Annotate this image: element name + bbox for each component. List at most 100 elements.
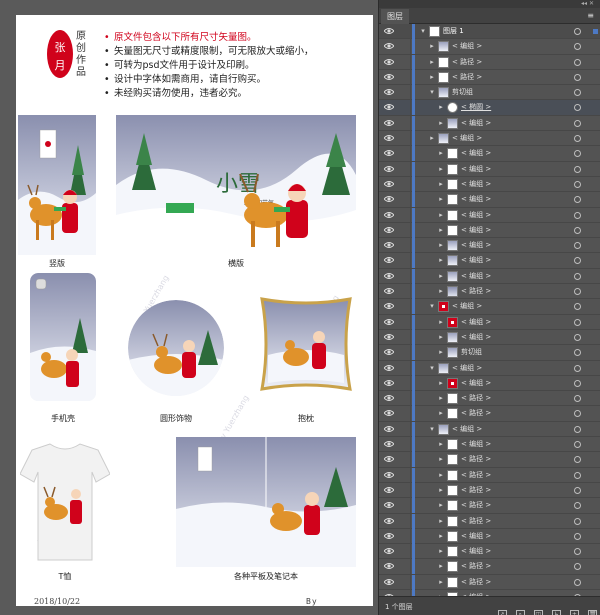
target-circle-icon[interactable] xyxy=(574,578,581,586)
eye-icon[interactable] xyxy=(384,272,394,280)
layer-name[interactable]: < 路径 > xyxy=(461,471,491,480)
layer-row[interactable]: ▸ < 编组 > xyxy=(379,39,600,55)
twirl-down-icon[interactable]: ▾ xyxy=(428,425,436,433)
layer-name[interactable]: 图层 1 xyxy=(443,27,464,36)
eye-icon[interactable] xyxy=(384,42,394,50)
layer-row[interactable]: ▸ < 编组 > xyxy=(379,375,600,392)
target-circle-icon[interactable] xyxy=(574,333,581,341)
layer-name[interactable]: < 路径 > xyxy=(461,455,491,464)
twirl-right-icon[interactable]: ▸ xyxy=(437,547,445,555)
eye-icon[interactable] xyxy=(384,256,394,264)
new-layer-icon[interactable]: + xyxy=(569,610,579,615)
eye-icon[interactable] xyxy=(384,379,394,387)
twirl-right-icon[interactable]: ▸ xyxy=(437,394,445,402)
target-circle-icon[interactable] xyxy=(574,349,581,357)
target-circle-icon[interactable] xyxy=(574,456,581,464)
lock-toggle[interactable] xyxy=(397,329,411,345)
eye-icon[interactable] xyxy=(384,27,394,35)
eye-icon[interactable] xyxy=(384,180,394,188)
layer-row[interactable]: ▸ < 编组 > xyxy=(379,268,600,285)
lock-toggle[interactable] xyxy=(397,574,411,590)
target-circle-icon[interactable] xyxy=(574,242,581,250)
new-sublayer-icon[interactable]: ↳ xyxy=(551,610,561,615)
lock-toggle[interactable] xyxy=(397,513,411,529)
lock-toggle[interactable] xyxy=(397,24,411,39)
layer-name[interactable]: < 编组 > xyxy=(452,364,482,373)
lock-toggle[interactable] xyxy=(397,268,411,284)
twirl-right-icon[interactable]: ▸ xyxy=(437,165,445,173)
layer-row[interactable]: ▸ < 路径 > xyxy=(379,513,600,529)
eye-icon[interactable] xyxy=(384,578,394,586)
lock-toggle[interactable] xyxy=(397,544,411,560)
layer-row[interactable]: ▸ < 编组 > xyxy=(379,222,600,239)
layer-name[interactable]: < 编组 > xyxy=(461,226,491,235)
layer-name[interactable]: < 椭圆 > xyxy=(461,103,491,112)
lock-toggle[interactable] xyxy=(397,482,411,498)
lock-toggle[interactable] xyxy=(397,360,411,376)
layer-name[interactable]: < 路径 > xyxy=(461,287,491,296)
target-circle-icon[interactable] xyxy=(574,288,581,296)
layer-name[interactable]: < 编组 > xyxy=(461,119,491,128)
twirl-right-icon[interactable]: ▸ xyxy=(437,333,445,341)
eye-icon[interactable] xyxy=(384,149,394,157)
target-circle-icon[interactable] xyxy=(574,104,581,112)
twirl-right-icon[interactable]: ▸ xyxy=(428,42,436,50)
twirl-right-icon[interactable]: ▸ xyxy=(437,119,445,127)
layer-row[interactable]: ▾ < 编组 > xyxy=(379,360,600,376)
twirl-down-icon[interactable]: ▾ xyxy=(428,88,436,96)
layers-list[interactable]: ▾ 图层 1 ▸ < 编组 > ▸ < 路径 > ▸ < 路径 > ▾ 剪切组 ▸ < 椭圆 > ▸ < … xyxy=(379,24,600,596)
target-circle-icon[interactable] xyxy=(574,425,581,433)
lock-toggle[interactable] xyxy=(397,391,411,407)
layer-row[interactable]: ▸ < 编组 > xyxy=(379,544,600,560)
eye-icon[interactable] xyxy=(384,409,394,417)
lock-toggle[interactable] xyxy=(397,54,411,70)
target-circle-icon[interactable] xyxy=(574,226,581,234)
eye-icon[interactable] xyxy=(384,103,394,111)
layer-row[interactable]: ▸ < 椭圆 > xyxy=(379,100,600,116)
twirl-right-icon[interactable]: ▸ xyxy=(428,73,436,81)
eye-icon[interactable] xyxy=(384,302,394,310)
eye-icon[interactable] xyxy=(384,348,394,356)
eye-icon[interactable] xyxy=(384,318,394,326)
twirl-right-icon[interactable]: ▸ xyxy=(437,211,445,219)
eye-icon[interactable] xyxy=(384,532,394,540)
layer-name[interactable]: < 路径 > xyxy=(452,58,482,67)
lock-toggle[interactable] xyxy=(397,421,411,437)
target-circle-icon[interactable] xyxy=(574,196,581,204)
lock-toggle[interactable] xyxy=(397,345,411,361)
lock-toggle[interactable] xyxy=(397,100,411,116)
panel-menu-icon[interactable]: ≡ xyxy=(587,11,594,20)
twirl-right-icon[interactable]: ▸ xyxy=(437,517,445,525)
layer-name[interactable]: < 编组 > xyxy=(461,241,491,250)
target-circle-icon[interactable] xyxy=(574,517,581,525)
layer-name[interactable]: < 编组 > xyxy=(452,302,482,311)
lock-toggle[interactable] xyxy=(397,437,411,453)
layer-row[interactable]: ▸ < 路径 > xyxy=(379,69,600,86)
tshirt-mockup[interactable] xyxy=(20,440,110,565)
canvas-area[interactable]: By Yuerzhang By Yuerzhang By Yuerzhang B… xyxy=(0,0,378,615)
target-circle-icon[interactable] xyxy=(574,548,581,556)
layer-row[interactable]: ▸ < 编组 > xyxy=(379,207,600,223)
layer-name[interactable]: < 编组 > xyxy=(452,134,482,143)
layer-name[interactable]: < 编组 > xyxy=(461,318,491,327)
eye-icon[interactable] xyxy=(384,211,394,219)
target-circle-icon[interactable] xyxy=(574,318,581,326)
twirl-right-icon[interactable]: ▸ xyxy=(437,578,445,586)
eye-icon[interactable] xyxy=(384,287,394,295)
layer-row[interactable]: ▸ < 路径 > xyxy=(379,406,600,422)
layer-row[interactable]: ▸ < 编组 > xyxy=(379,528,600,545)
eye-icon[interactable] xyxy=(384,425,394,433)
target-circle-icon[interactable] xyxy=(574,165,581,173)
eye-icon[interactable] xyxy=(384,501,394,509)
layer-row[interactable]: ▸ < 路径 > xyxy=(379,482,600,499)
tab-layers[interactable]: 图层 xyxy=(381,9,409,24)
layer-name[interactable]: < 编组 > xyxy=(461,195,491,204)
target-circle-icon[interactable] xyxy=(574,89,581,97)
twirl-right-icon[interactable]: ▸ xyxy=(437,532,445,540)
collapse-icon[interactable]: ◂◂ ✕ xyxy=(581,0,594,8)
layer-row[interactable]: ▾ < 编组 > xyxy=(379,421,600,438)
lock-toggle[interactable] xyxy=(397,467,411,483)
layer-name[interactable]: < 编组 > xyxy=(461,532,491,541)
eye-icon[interactable] xyxy=(384,333,394,341)
eye-icon[interactable] xyxy=(384,394,394,402)
